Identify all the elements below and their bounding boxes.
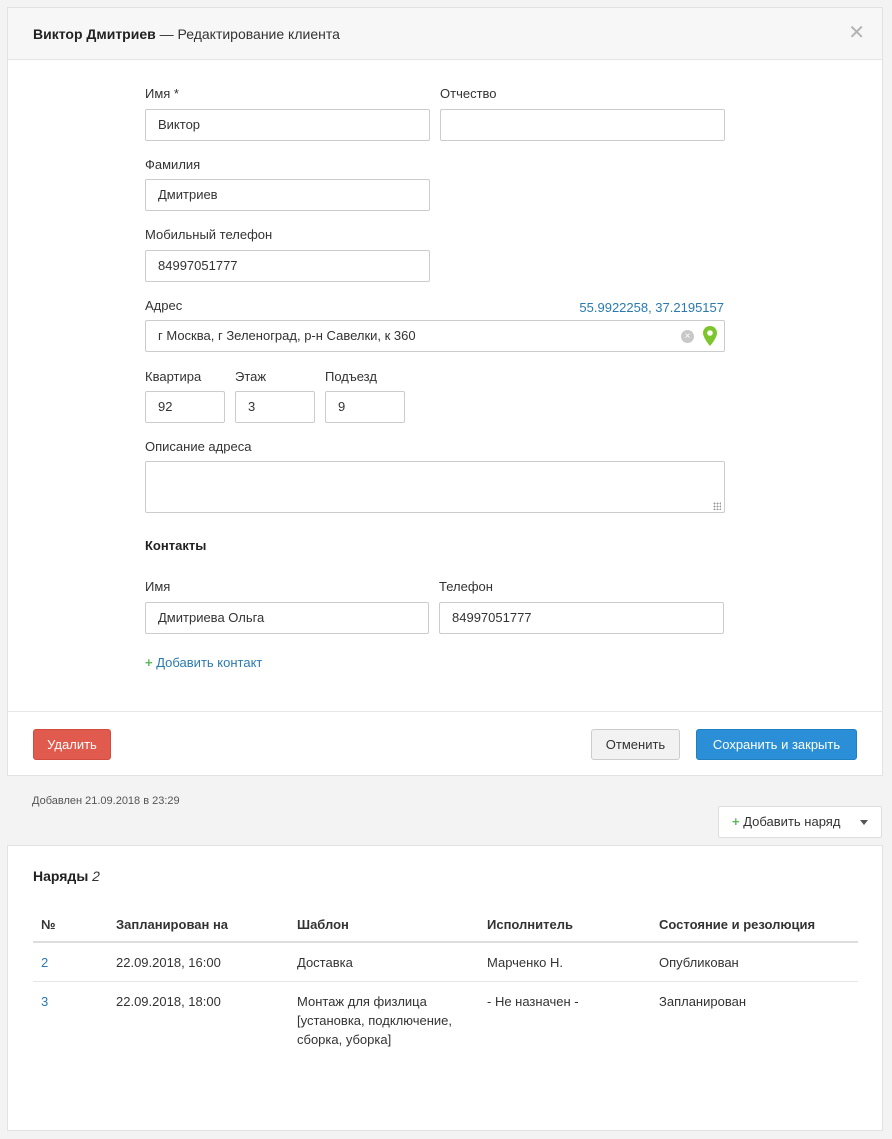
contacts-title: Контакты: [145, 538, 207, 553]
floor-field[interactable]: 3: [235, 391, 315, 423]
contact-name-field[interactable]: Дмитриева Ольга: [145, 602, 429, 634]
add-order-label: Добавить наряд: [743, 814, 841, 829]
orders-panel: Наряды 2 № Запланирован на Шаблон Исполн…: [7, 845, 883, 1131]
delete-button[interactable]: Удалить: [33, 729, 111, 760]
form-footer: Удалить Отменить Сохранить и закрыть: [8, 711, 882, 776]
add-order-button[interactable]: + Добавить наряд: [718, 806, 882, 838]
apartment-label: Квартира: [145, 369, 202, 384]
patronymic-field[interactable]: [440, 109, 725, 141]
first-name-label: Имя *: [145, 86, 179, 101]
close-icon[interactable]: ✕: [848, 23, 865, 43]
col-header-template: Шаблон: [289, 908, 479, 943]
page-title: Виктор Дмитриев — Редактирование клиента: [33, 26, 340, 42]
added-at-text: Добавлен 21.09.2018 в 23:29: [32, 795, 180, 807]
save-and-close-button[interactable]: Сохранить и закрыть: [696, 729, 857, 760]
col-header-status: Состояние и резолюция: [651, 908, 858, 943]
contact-phone-label: Телефон: [439, 579, 493, 594]
add-contact-link[interactable]: + Добавить контакт: [145, 655, 262, 670]
contact-phone-field[interactable]: 84997051777: [439, 602, 724, 634]
panel-header: Виктор Дмитриев — Редактирование клиента…: [8, 8, 882, 60]
plus-icon: +: [145, 655, 153, 670]
address-desc-textarea[interactable]: [145, 461, 725, 513]
order-status: Запланирован: [659, 994, 747, 1009]
entrance-label: Подъезд: [325, 369, 377, 384]
clear-icon[interactable]: ×: [681, 330, 694, 343]
mobile-label: Мобильный телефон: [145, 227, 273, 242]
client-edit-panel: Виктор Дмитриев — Редактирование клиента…: [7, 7, 883, 776]
col-header-planned: Запланирован на: [108, 908, 289, 943]
address-desc-label: Описание адреса: [145, 439, 252, 454]
order-template: Монтаж для физлица [установка, подключен…: [297, 994, 452, 1047]
cancel-button[interactable]: Отменить: [591, 729, 680, 760]
address-field[interactable]: г Москва, г Зеленоград, р-н Савелки, к 3…: [145, 320, 725, 352]
orders-title-label: Наряды: [33, 868, 89, 884]
address-value: г Москва, г Зеленоград, р-н Савелки, к 3…: [158, 328, 416, 343]
client-name: Виктор Дмитриев: [33, 26, 156, 42]
order-num-link[interactable]: 3: [33, 982, 108, 1059]
col-header-executor: Исполнитель: [479, 908, 651, 943]
table-header-row: № Запланирован на Шаблон Исполнитель Сос…: [33, 908, 858, 943]
order-planned: 22.09.2018, 16:00: [108, 942, 289, 982]
address-coords-link[interactable]: 55.9922258, 37.2195157: [579, 300, 724, 315]
last-name-label: Фамилия: [145, 157, 201, 172]
table-row: 2 22.09.2018, 16:00 Доставка Марченко Н.…: [33, 942, 858, 982]
order-status: Опубликован: [651, 942, 858, 982]
add-contact-label: Добавить контакт: [156, 655, 263, 670]
title-subtitle: — Редактирование клиента: [159, 26, 340, 42]
order-num-link[interactable]: 2: [33, 942, 108, 982]
patronymic-label: Отчество: [440, 86, 497, 101]
apartment-field[interactable]: 92: [145, 391, 225, 423]
orders-title: Наряды 2: [33, 868, 100, 884]
order-executor: - Не назначен -: [487, 994, 579, 1009]
orders-table: № Запланирован на Шаблон Исполнитель Сос…: [33, 908, 858, 1058]
plus-icon: +: [732, 814, 740, 829]
resize-grip-icon[interactable]: [713, 502, 721, 510]
order-planned: 22.09.2018, 18:00: [116, 994, 221, 1009]
contact-name-label: Имя: [145, 579, 171, 594]
order-template: Доставка: [289, 942, 479, 982]
address-label: Адрес: [145, 298, 183, 313]
orders-count: 2: [92, 868, 100, 884]
caret-down-icon: [860, 820, 868, 825]
mobile-field[interactable]: 84997051777: [145, 250, 430, 282]
last-name-field[interactable]: Дмитриев: [145, 179, 430, 211]
first-name-field[interactable]: Виктор: [145, 109, 430, 141]
map-pin-icon[interactable]: [703, 326, 717, 346]
entrance-field[interactable]: 9: [325, 391, 405, 423]
floor-label: Этаж: [235, 369, 267, 384]
order-executor: Марченко Н.: [479, 942, 651, 982]
table-row: 3 22.09.2018, 18:00 Монтаж для физлица […: [33, 982, 858, 1059]
col-header-num: №: [33, 908, 108, 943]
